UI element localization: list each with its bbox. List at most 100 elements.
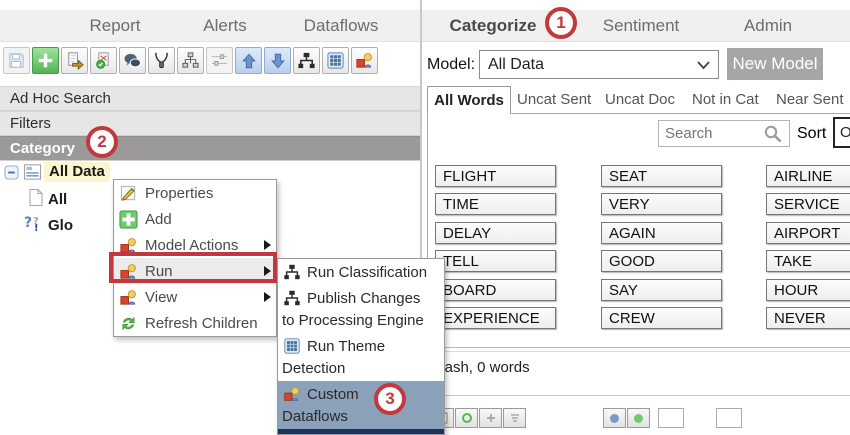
classification-icon — [283, 263, 301, 281]
tab-all-words[interactable]: All Words — [427, 86, 511, 114]
filter-sliders-button[interactable] — [206, 47, 233, 74]
export-document-button[interactable] — [61, 47, 88, 74]
submenu-item-label: to Processing Engine — [278, 311, 444, 333]
hierarchy-icon — [181, 51, 200, 70]
annotation-step-3: 3 — [374, 383, 406, 415]
add-button[interactable] — [32, 47, 59, 74]
menu-item-label: Add — [145, 211, 172, 228]
run-classification-button[interactable] — [293, 47, 320, 74]
arrows-icon — [485, 412, 497, 424]
nav-tab-dataflows[interactable]: Dataflows — [304, 10, 379, 41]
global-rules-icon: ??! — [22, 213, 43, 233]
word-button[interactable]: AIRPORT — [766, 222, 850, 244]
nav-tab-report[interactable]: Report — [89, 10, 140, 41]
refresh-icon — [461, 412, 473, 424]
trash-toolbar-button[interactable] — [479, 408, 502, 428]
annotation-step-1: 1 — [545, 7, 577, 39]
down-arrow-icon — [269, 52, 287, 70]
trash-status: Trash, 0 words — [431, 357, 530, 379]
menu-item-label: Model Actions — [145, 237, 238, 254]
nav-tab-alerts[interactable]: Alerts — [203, 10, 246, 41]
submenu-item-run-theme-detection[interactable]: Run Theme Detection — [278, 333, 444, 381]
submenu-arrow-icon — [264, 240, 271, 250]
word-button[interactable]: CREW — [601, 307, 722, 329]
move-down-button[interactable] — [264, 47, 291, 74]
word-button[interactable]: BOARD — [435, 279, 556, 301]
trash-toolbar-button[interactable] — [455, 408, 478, 428]
word-button[interactable]: NEVER — [766, 307, 850, 329]
tree-node-all[interactable]: All — [48, 190, 67, 210]
sidebar-section-filters[interactable]: Filters — [0, 111, 420, 136]
menu-item-add[interactable]: Add — [114, 206, 276, 232]
sort-label: Sort — [797, 119, 826, 148]
word-button[interactable]: HOUR — [766, 279, 850, 301]
export-document-icon — [65, 51, 84, 70]
word-button[interactable]: SERVICE — [766, 193, 850, 215]
word-button[interactable]: DELAY — [435, 222, 556, 244]
sidebar-section-adhoc-search[interactable]: Ad Hoc Search — [0, 86, 420, 111]
comments-button[interactable] — [119, 47, 146, 74]
trash-toolbar-button[interactable] — [503, 408, 526, 428]
nav-tab-categorize[interactable]: Categorize — [450, 10, 537, 41]
word-button[interactable]: SEAT — [601, 165, 722, 187]
annotation-step-2: 2 — [86, 126, 118, 158]
word-button[interactable]: TAKE — [766, 250, 850, 272]
menu-item-refresh-children[interactable]: Refresh Children — [114, 310, 276, 336]
save-button[interactable] — [3, 47, 30, 74]
trash-toolbar-button[interactable] — [603, 408, 626, 428]
divider — [427, 347, 850, 348]
submenu-arrow-icon — [264, 292, 271, 302]
nav-tab-admin[interactable]: Admin — [744, 10, 792, 41]
word-button[interactable]: SAY — [601, 279, 722, 301]
submenu-item-label: Run Classification — [307, 264, 427, 281]
submenu-item-label: Publish Changes — [307, 290, 420, 307]
custom-dataflow-button[interactable] — [351, 47, 378, 74]
annotation-run-highlight — [109, 252, 277, 283]
dataflow-icon — [283, 385, 301, 403]
trash-toolbar-button[interactable] — [627, 408, 650, 428]
menu-item-properties[interactable]: Properties — [114, 180, 276, 206]
dataflow-icon — [119, 288, 138, 307]
word-button[interactable]: GOOD — [601, 250, 722, 272]
plus-icon — [37, 52, 54, 69]
tab-uncat-doc[interactable]: Uncat Doc — [605, 86, 675, 113]
headset-button[interactable] — [148, 47, 175, 74]
menu-item-view[interactable]: View — [114, 284, 276, 310]
word-button[interactable]: FLIGHT — [435, 165, 556, 187]
search-icon[interactable] — [763, 124, 783, 144]
divider — [427, 395, 850, 396]
move-up-button[interactable] — [235, 47, 262, 74]
nav-tab-sentiment[interactable]: Sentiment — [603, 10, 680, 41]
tab-uncat-sent[interactable]: Uncat Sent — [517, 86, 591, 113]
word-button[interactable]: VERY — [601, 193, 722, 215]
classification-icon — [283, 289, 301, 307]
hierarchy-button[interactable] — [177, 47, 204, 74]
validate-document-button[interactable] — [90, 47, 117, 74]
document-icon — [28, 188, 44, 207]
tab-not-in-cat[interactable]: Not in Cat — [692, 86, 759, 113]
trash-toolbar-field[interactable] — [658, 408, 684, 428]
sidebar-section-category[interactable]: Category — [0, 136, 420, 161]
validate-document-icon — [94, 51, 113, 70]
divider — [427, 351, 850, 352]
trash-toolbar-field[interactable] — [716, 408, 742, 428]
theme-grid-icon — [283, 337, 301, 355]
sort-select[interactable]: Oc — [833, 117, 850, 148]
submenu-item-run-classification[interactable]: Run Classification — [278, 259, 444, 285]
tree-collapse-toggle[interactable] — [4, 165, 19, 180]
word-button[interactable]: TELL — [435, 250, 556, 272]
word-button[interactable]: AIRLINE — [766, 165, 850, 187]
model-select-value: All Data — [488, 56, 544, 73]
word-button[interactable]: TIME — [435, 193, 556, 215]
tab-near-sent[interactable]: Near Sent — [776, 86, 844, 113]
word-button[interactable]: EXPERIENCE — [435, 307, 556, 329]
tree-node-glo[interactable]: Glo — [48, 216, 73, 236]
up-arrow-icon — [240, 52, 258, 70]
word-button[interactable]: AGAIN — [601, 222, 722, 244]
submenu-item-publish-changes[interactable]: Publish Changes to Processing Engine — [278, 285, 444, 333]
new-model-button[interactable]: New Model — [727, 48, 823, 80]
classification-icon — [297, 51, 316, 70]
tree-node-all-data[interactable]: All Data — [44, 162, 110, 182]
model-select[interactable]: All Data — [479, 50, 719, 79]
run-theme-detection-button[interactable] — [322, 47, 349, 74]
